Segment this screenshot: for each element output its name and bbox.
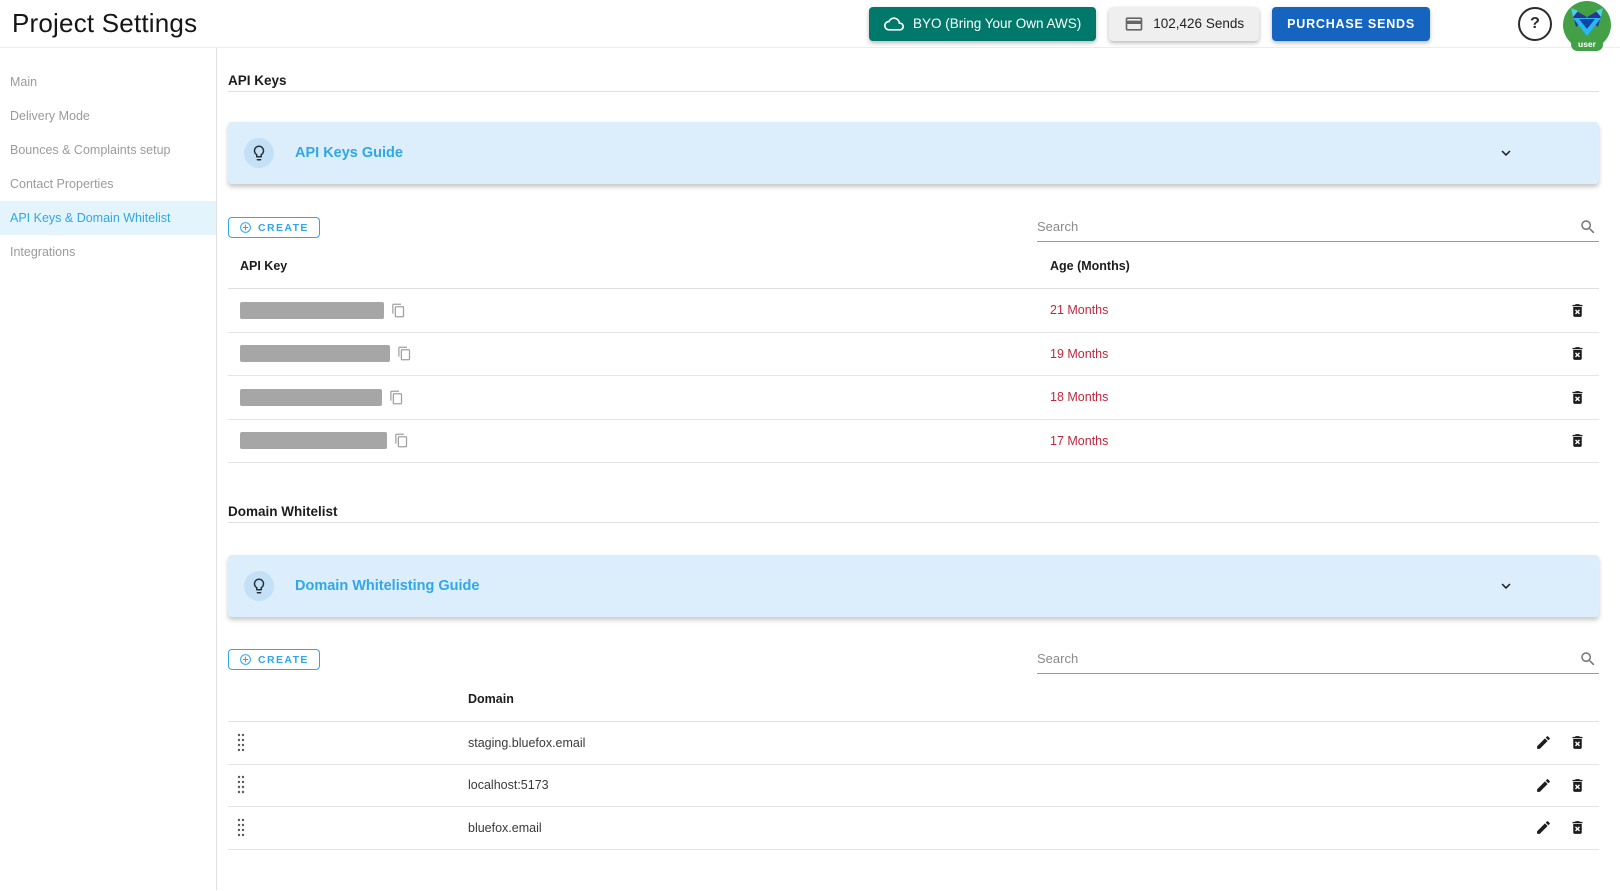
guide-title-api-keys: API Keys Guide: [295, 145, 403, 161]
byo-aws-label: BYO (Bring Your Own AWS): [912, 16, 1082, 31]
sidebar-item-bounces-complaints[interactable]: Bounces & Complaints setup: [0, 133, 216, 167]
edit-icon[interactable]: [1535, 777, 1552, 794]
main-content: API Keys API Keys Guide CREATE Search AP…: [217, 48, 1620, 890]
column-header-age: Age (Months): [1050, 259, 1130, 273]
api-key-row: 19 Months: [228, 333, 1599, 376]
api-keys-table-header: API Key Age (Months): [228, 244, 1599, 289]
plus-circle-icon: [239, 653, 252, 666]
delete-icon[interactable]: [1569, 819, 1586, 836]
api-key-age: 21 Months: [1050, 303, 1109, 318]
create-label: CREATE: [258, 653, 309, 666]
search-icon: [1579, 218, 1597, 236]
redacted-api-key: [240, 388, 382, 406]
settings-sidebar: Main Delivery Mode Bounces & Complaints …: [0, 48, 217, 890]
create-label: CREATE: [258, 221, 309, 234]
copy-icon[interactable]: [397, 346, 412, 361]
edit-icon[interactable]: [1535, 734, 1552, 751]
sidebar-item-main[interactable]: Main: [0, 65, 216, 99]
help-button[interactable]: ?: [1518, 6, 1552, 41]
copy-icon[interactable]: [391, 303, 406, 318]
page-title: Project Settings: [12, 8, 198, 38]
lightbulb-icon: [244, 138, 274, 168]
api-keys-search-input[interactable]: [1037, 217, 1571, 241]
copy-icon[interactable]: [394, 433, 409, 448]
drag-handle-icon[interactable]: [228, 732, 254, 754]
drag-handle-icon[interactable]: [228, 817, 254, 839]
api-key-row: 18 Months: [228, 376, 1599, 420]
sidebar-item-contact-properties[interactable]: Contact Properties: [0, 167, 216, 201]
column-header-api-key: API Key: [240, 259, 288, 273]
purchase-sends-button[interactable]: PURCHASE SENDS: [1272, 6, 1430, 41]
delete-icon[interactable]: [1569, 389, 1586, 406]
domain-whitelist-toolbar: CREATE: [228, 649, 1599, 676]
create-api-key-button[interactable]: CREATE: [228, 217, 320, 238]
edit-icon[interactable]: [1535, 819, 1552, 836]
guide-title-domain-whitelist: Domain Whitelisting Guide: [295, 578, 480, 594]
redacted-api-key: [240, 432, 387, 450]
lightbulb-icon: [244, 571, 274, 601]
delete-icon[interactable]: [1569, 734, 1586, 751]
drag-handle-icon[interactable]: [228, 774, 254, 796]
page-header: Project Settings BYO (Bring Your Own AWS…: [0, 0, 1620, 51]
header-actions: BYO (Bring Your Own AWS) 102,426 Sends P…: [868, 0, 1612, 51]
domain-search-input[interactable]: [1037, 649, 1571, 673]
sidebar-item-api-keys-domain-whitelist[interactable]: API Keys & Domain Whitelist: [0, 201, 216, 235]
domain-name: localhost:5173: [468, 778, 549, 793]
user-role-badge: user: [1571, 37, 1603, 51]
api-keys-guide-panel[interactable]: API Keys Guide: [228, 122, 1599, 184]
api-keys-table: API Key Age (Months) 21 Months 19 Months…: [228, 244, 1599, 463]
delete-icon[interactable]: [1569, 777, 1586, 794]
domain-whitelist-search: [1037, 649, 1599, 674]
domain-table-header: Domain: [228, 676, 1599, 722]
redacted-api-key: [240, 301, 384, 319]
domain-row: bluefox.email: [228, 807, 1599, 850]
delete-icon[interactable]: [1569, 302, 1586, 319]
domain-name: bluefox.email: [468, 820, 542, 835]
domain-whitelist-section: Domain Whitelist Domain Whitelisting Gui…: [228, 493, 1599, 850]
api-key-age: 17 Months: [1050, 433, 1109, 448]
domain-row: localhost:5173: [228, 765, 1599, 807]
api-key-row: 21 Months: [228, 289, 1599, 333]
byo-aws-button[interactable]: BYO (Bring Your Own AWS): [868, 6, 1097, 41]
section-title-domain-whitelist: Domain Whitelist: [228, 493, 1599, 523]
cloud-icon: [883, 14, 904, 34]
delete-icon[interactable]: [1569, 345, 1586, 362]
search-icon: [1579, 650, 1597, 668]
copy-icon[interactable]: [389, 390, 404, 405]
api-key-row: 17 Months: [228, 420, 1599, 463]
domain-whitelist-guide-panel[interactable]: Domain Whitelisting Guide: [228, 555, 1599, 617]
create-domain-button[interactable]: CREATE: [228, 649, 320, 670]
sends-counter-button[interactable]: 102,426 Sends: [1109, 6, 1260, 41]
api-keys-search: [1037, 217, 1599, 242]
api-keys-section: API Keys API Keys Guide CREATE Search AP…: [228, 62, 1599, 463]
user-avatar[interactable]: user: [1562, 0, 1612, 51]
chevron-down-icon[interactable]: [1497, 144, 1515, 162]
sidebar-item-integrations[interactable]: Integrations: [0, 235, 216, 269]
chevron-down-icon[interactable]: [1497, 577, 1515, 595]
sends-count-label: 102,426 Sends: [1153, 16, 1245, 31]
column-header-domain: Domain: [468, 691, 514, 706]
api-key-age: 19 Months: [1050, 346, 1109, 361]
domain-name: staging.bluefox.email: [468, 735, 586, 750]
sidebar-item-delivery-mode[interactable]: Delivery Mode: [0, 99, 216, 133]
domain-whitelist-table: Domain staging.bluefox.email localhost:5…: [228, 676, 1599, 850]
redacted-api-key: [240, 345, 390, 363]
api-key-age: 18 Months: [1050, 390, 1109, 405]
credit-card-icon: [1124, 14, 1144, 34]
api-keys-toolbar: CREATE: [228, 217, 1599, 244]
plus-circle-icon: [239, 221, 252, 234]
domain-row: staging.bluefox.email: [228, 722, 1599, 765]
section-title-api-keys: API Keys: [228, 62, 1599, 92]
delete-icon[interactable]: [1569, 432, 1586, 449]
